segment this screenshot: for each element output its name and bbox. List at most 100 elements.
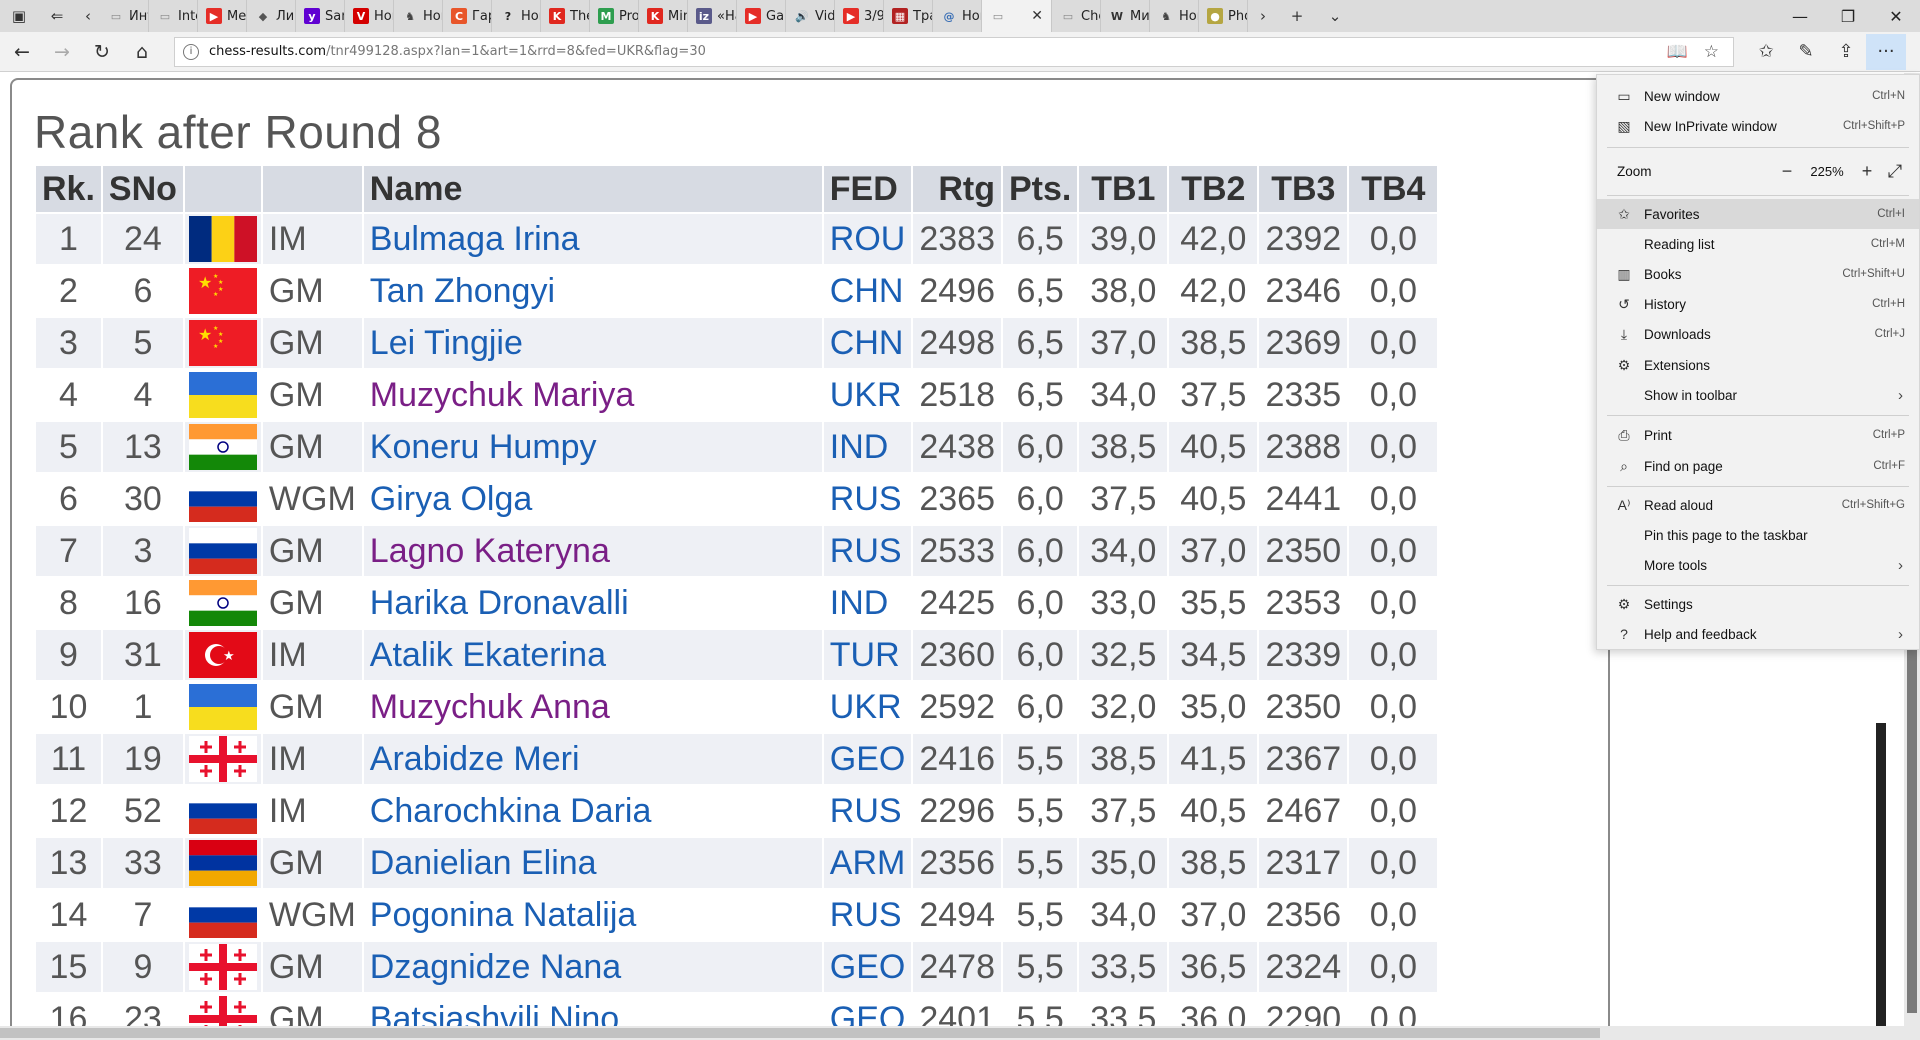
player-name-link[interactable]: Muzychuk Anna [370, 688, 610, 726]
forward-icon[interactable]: → [42, 34, 82, 70]
federation-link[interactable]: TUR [830, 636, 900, 674]
address-bar[interactable]: i chess-results.com/tnr499128.aspx?lan=1… [174, 36, 1734, 67]
federation-link[interactable]: RUS [830, 896, 902, 934]
federation-link[interactable]: CHN [830, 272, 904, 310]
federation-link[interactable]: UKR [830, 688, 902, 726]
player-name-link[interactable]: Tan Zhongyi [370, 272, 555, 310]
tab-15[interactable]: ▶ 3/9 [835, 0, 884, 32]
tab-7[interactable]: C Гарр [443, 0, 492, 32]
settings-more-icon[interactable]: ··· [1866, 33, 1906, 70]
refresh-icon[interactable]: ↻ [82, 34, 122, 70]
menu-show-in-toolbar[interactable]: Show in toolbar › [1597, 380, 1919, 410]
favorites-hub-icon[interactable]: ✩ [1746, 34, 1786, 70]
tab-3[interactable]: ◆ Лиц [247, 0, 296, 32]
menu-settings[interactable]: ⚙ Settings [1597, 589, 1919, 619]
zoom-out-icon[interactable]: − [1773, 161, 1801, 182]
menu-new-inprivate-window[interactable]: ▧ New InPrivate window Ctrl+Shift+P [1597, 111, 1919, 141]
menu-print[interactable]: ⎙ Print Ctrl+P [1597, 420, 1919, 450]
title-cell: GM [262, 422, 362, 472]
tab-actions-icon[interactable]: ▣ [0, 0, 38, 32]
scroll-tabs-left-icon[interactable]: ‹ [76, 0, 100, 32]
player-name-link[interactable]: Lagno Kateryna [370, 532, 610, 570]
add-favorite-star-icon[interactable]: ☆ [1704, 42, 1719, 62]
menu-help-and-feedback[interactable]: ? Help and feedback › [1597, 619, 1919, 649]
reading-view-icon[interactable]: 📖 [1667, 42, 1688, 62]
menu-history[interactable]: ↺ History Ctrl+H [1597, 289, 1919, 319]
player-name-link[interactable]: Atalik Ekaterina [370, 636, 606, 674]
tab-12[interactable]: iz «На [688, 0, 737, 32]
player-name-link[interactable]: Arabidze Meri [370, 740, 580, 778]
tab-0[interactable]: ▭ Инт [100, 0, 149, 32]
menu-new-window[interactable]: ▭ New window Ctrl+N [1597, 81, 1919, 111]
federation-link[interactable]: ARM [830, 844, 906, 882]
menu-more-tools[interactable]: More tools › [1597, 550, 1919, 580]
back-icon[interactable]: ← [2, 34, 42, 70]
tab-13[interactable]: ▶ Gan [737, 0, 786, 32]
vertical-scroll-thumb[interactable] [1907, 633, 1917, 1013]
menu-read-aloud[interactable]: A⁾ Read aloud Ctrl+Shift+G [1597, 490, 1919, 520]
zoom-in-icon[interactable]: + [1853, 161, 1881, 182]
player-name-link[interactable]: Lei Tingjie [370, 324, 523, 362]
tab-17[interactable]: @ Нов [933, 0, 982, 32]
tab-20[interactable]: W Ми [1101, 0, 1150, 32]
tab-1[interactable]: ▭ Inte [149, 0, 198, 32]
federation-link[interactable]: IND [830, 584, 889, 622]
tab-8[interactable]: ? Нон [492, 0, 541, 32]
player-name-link[interactable]: Koneru Humpy [370, 428, 597, 466]
player-name-link[interactable]: Muzychuk Mariya [370, 376, 635, 414]
player-name-link[interactable]: Dzagnidze Nana [370, 948, 621, 986]
player-name-link[interactable]: Harika Dronavalli [370, 584, 629, 622]
menu-pin-to-taskbar[interactable]: Pin this page to the taskbar [1597, 520, 1919, 550]
new-tab-icon[interactable]: + [1278, 0, 1316, 32]
federation-link[interactable]: CHN [830, 324, 904, 362]
player-name-link[interactable]: Danielian Elina [370, 844, 597, 882]
tab-14[interactable]: 🔊 Vide [786, 0, 835, 32]
federation-link[interactable]: GEO [830, 740, 906, 778]
player-name-link[interactable]: Charochkina Daria [370, 792, 652, 830]
menu-label: Read aloud [1644, 497, 1714, 513]
tab-21[interactable]: ♞ Нов [1150, 0, 1199, 32]
player-name-link[interactable]: Bulmaga Irina [370, 220, 580, 258]
menu-label: Settings [1644, 596, 1693, 612]
tab-2[interactable]: ▶ Ме› [198, 0, 247, 32]
site-info-icon[interactable]: i [183, 43, 199, 60]
player-name-link[interactable]: Pogonina Natalija [370, 896, 637, 934]
tab-19[interactable]: ▭ Che [1052, 0, 1101, 32]
tab-6[interactable]: ♞ Нов [394, 0, 443, 32]
tab-10[interactable]: M Pros [590, 0, 639, 32]
tab-16[interactable]: ▦ Трaı [884, 0, 933, 32]
federation-link[interactable]: RUS [830, 480, 902, 518]
federation-link[interactable]: IND [830, 428, 889, 466]
web-note-pen-icon[interactable]: ✎ [1786, 34, 1826, 70]
horizontal-scroll-thumb[interactable] [0, 1028, 1600, 1038]
tab-list-chevron-icon[interactable]: ⌄ [1316, 0, 1354, 32]
tab-5[interactable]: V Hon [345, 0, 394, 32]
federation-link[interactable]: ROU [830, 220, 906, 258]
menu-extensions[interactable]: ⚙ Extensions [1597, 350, 1919, 380]
share-icon[interactable]: ⇪ [1826, 34, 1866, 70]
menu-reading-list[interactable]: Reading list Ctrl+M [1597, 229, 1919, 259]
tab-18[interactable]: ▭ ✕ [982, 0, 1052, 32]
tab-4[interactable]: y Sant [296, 0, 345, 32]
federation-link[interactable]: GEO [830, 948, 906, 986]
menu-books[interactable]: ▥ Books Ctrl+Shift+U [1597, 259, 1919, 289]
tab-11[interactable]: K Min [639, 0, 688, 32]
tab-9[interactable]: K The [541, 0, 590, 32]
menu-favorites[interactable]: ✩ Favorites Ctrl+I [1597, 199, 1919, 229]
menu-find-on-page[interactable]: ⌕ Find on page Ctrl+F [1597, 451, 1919, 481]
restore-icon[interactable]: ❐ [1824, 0, 1872, 32]
menu-downloads[interactable]: ⤓ Downloads Ctrl+J [1597, 319, 1919, 349]
set-aside-tabs-icon[interactable]: ⇐ [38, 0, 76, 32]
horizontal-scrollbar[interactable] [0, 1026, 1920, 1040]
player-name-link[interactable]: Girya Olga [370, 480, 533, 518]
federation-link[interactable]: RUS [830, 532, 902, 570]
minimize-icon[interactable]: — [1776, 0, 1824, 32]
close-tab-icon[interactable]: ✕ [1031, 8, 1043, 24]
scroll-tabs-right-icon[interactable]: › [1248, 0, 1278, 32]
fullscreen-icon[interactable]: ⤢ [1881, 161, 1909, 182]
federation-link[interactable]: UKR [830, 376, 902, 414]
close-window-icon[interactable]: ✕ [1872, 0, 1920, 32]
federation-link[interactable]: RUS [830, 792, 902, 830]
home-icon[interactable]: ⌂ [122, 34, 162, 70]
tab-22[interactable]: ● Pho [1199, 0, 1248, 32]
